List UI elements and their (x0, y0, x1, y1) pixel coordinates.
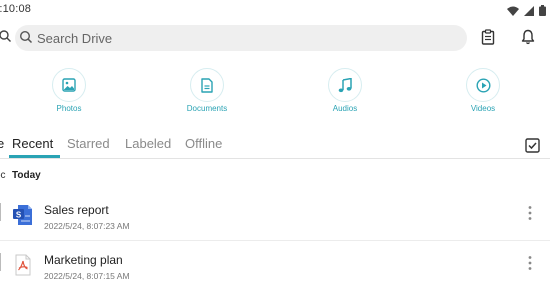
ghost-tab-fragment: e (0, 136, 5, 151)
document-icon (201, 77, 213, 93)
file-date: 2022/5/24, 8:07:23 AM (44, 221, 130, 231)
checkbox-icon (525, 138, 540, 153)
status-bar: 0:10:08 (0, 0, 550, 18)
category-label: Photos (56, 104, 82, 113)
status-icons (507, 3, 546, 21)
signal-icon (524, 3, 534, 21)
photos-icon-circle (52, 68, 86, 102)
tab-recent[interactable]: Recent (12, 136, 53, 151)
notifications-button[interactable] (521, 29, 535, 50)
category-audios[interactable]: Audios (305, 68, 385, 113)
tab-starred[interactable]: Starred (67, 136, 110, 151)
category-label: Documents (186, 104, 228, 113)
svg-text:S: S (16, 211, 22, 220)
category-photos[interactable]: Photos (29, 68, 109, 113)
more-options-button[interactable] (527, 205, 533, 226)
tabs-divider (0, 158, 550, 159)
more-vertical-icon (528, 256, 532, 270)
battery-icon (539, 3, 546, 21)
play-circle-icon (475, 77, 491, 93)
image-icon (62, 78, 76, 92)
category-documents[interactable]: Documents (167, 68, 247, 113)
category-label: Audios (332, 104, 358, 113)
wifi-icon (507, 3, 519, 21)
file-name: Sales report (44, 203, 109, 217)
spreadsheet-icon: S (13, 204, 33, 226)
file-name: Marketing plan (44, 253, 123, 267)
file-row[interactable]: Marketing plan 2022/5/24, 8:07:15 AM (0, 247, 550, 291)
category-label: Videos (470, 104, 496, 113)
tab-labeled[interactable]: Labeled (125, 136, 171, 151)
more-vertical-icon (528, 206, 532, 220)
more-options-button[interactable] (527, 255, 533, 276)
clipboard-icon (481, 29, 495, 45)
audios-icon-circle (328, 68, 362, 102)
select-button[interactable] (525, 138, 540, 158)
ghost-section-fragment: oc (0, 170, 6, 181)
ghost-row-edge (0, 253, 3, 271)
clipboard-button[interactable] (481, 29, 495, 50)
documents-icon-circle (190, 68, 224, 102)
row-divider (0, 240, 550, 241)
tab-offline[interactable]: Offline (185, 136, 222, 151)
search-icon (19, 30, 33, 49)
search-input[interactable] (37, 28, 457, 48)
status-time: 0:10:08 (0, 3, 32, 15)
pdf-icon (13, 254, 33, 276)
file-date: 2022/5/24, 8:07:15 AM (44, 271, 130, 281)
videos-icon-circle (466, 68, 500, 102)
bell-icon (521, 29, 535, 45)
ghost-row-edge (0, 203, 3, 221)
music-note-icon (338, 77, 352, 92)
file-row[interactable]: S Sales report 2022/5/24, 8:07:23 AM (0, 197, 550, 245)
category-videos[interactable]: Videos (443, 68, 523, 113)
ghost-search-icon (0, 30, 12, 49)
search-bar[interactable] (15, 25, 467, 51)
section-title: Today (12, 170, 41, 181)
